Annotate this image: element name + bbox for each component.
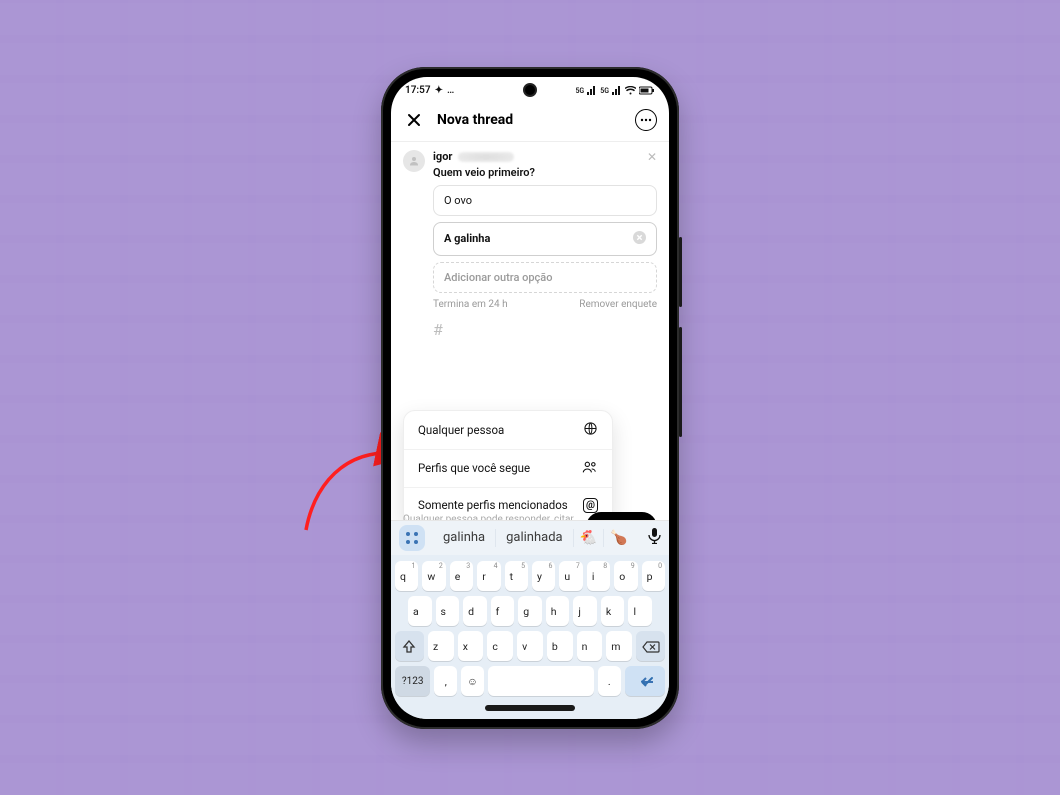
key-r[interactable]: r4 [477, 561, 500, 591]
username-redacted [458, 152, 514, 162]
keyboard-menu-icon[interactable] [399, 525, 425, 551]
poll-option-1[interactable]: O ovo [433, 185, 657, 216]
phone-frame: 17:57 ✦… 5G 5G Nova thread [381, 67, 679, 729]
close-icon[interactable] [403, 109, 425, 131]
key-q[interactable]: q1 [395, 561, 418, 591]
key-m[interactable]: m [606, 631, 632, 661]
key-u[interactable]: u7 [559, 561, 582, 591]
key-x[interactable]: x [458, 631, 484, 661]
space-key[interactable] [488, 666, 594, 696]
soft-keyboard: galinha galinhada 🐔 🍗 q1w2e3r4t5y6u7i8o9… [391, 520, 669, 719]
key-b[interactable]: b [547, 631, 573, 661]
page-title: Nova thread [437, 112, 623, 128]
poll-add-option[interactable]: Adicionar outra opção [433, 262, 657, 293]
reply-option-following-label: Perfis que você segue [418, 461, 530, 475]
gesture-bar [485, 705, 575, 711]
keyboard-suggestion-bar: galinha galinhada 🐔 🍗 [391, 520, 669, 555]
clear-option-icon[interactable] [633, 231, 646, 247]
key-l[interactable]: l [628, 596, 652, 626]
reply-option-anyone-label: Qualquer pessoa [418, 423, 504, 437]
symbols-key[interactable]: ?123 [395, 666, 430, 696]
comma-key[interactable]: , [434, 666, 457, 696]
username: igor [433, 150, 452, 163]
app-bar: Nova thread [391, 103, 669, 142]
emoji-key[interactable]: ☺ [461, 666, 484, 696]
key-a[interactable]: a [408, 596, 432, 626]
reply-permission-menu: Qualquer pessoa Perfis que você segue So… [403, 410, 613, 524]
key-t[interactable]: t5 [505, 561, 528, 591]
status-time: 17:57 [405, 85, 431, 96]
suggestion-emoji-1[interactable]: 🐔 [574, 530, 603, 546]
wifi-icon [625, 86, 636, 95]
key-w[interactable]: w2 [422, 561, 445, 591]
key-p[interactable]: p0 [642, 561, 665, 591]
dismiss-compose-icon[interactable]: ✕ [647, 150, 657, 164]
camera-cutout [523, 83, 537, 97]
suggestion-2[interactable]: galinhada [496, 530, 573, 545]
key-h[interactable]: h [546, 596, 570, 626]
backspace-key[interactable] [636, 631, 665, 661]
poll-option-2[interactable]: A galinha [433, 222, 657, 256]
remove-poll-button[interactable]: Remover enquete [579, 299, 657, 310]
suggestion-emoji-2[interactable]: 🍗 [604, 530, 633, 546]
more-options-icon[interactable] [635, 109, 657, 131]
people-icon [582, 460, 598, 477]
key-s[interactable]: s [436, 596, 460, 626]
poll-option-2-text: A galinha [444, 232, 490, 245]
mic-icon[interactable] [648, 528, 661, 548]
key-j[interactable]: j [573, 596, 597, 626]
key-v[interactable]: v [517, 631, 543, 661]
reply-option-following[interactable]: Perfis que você segue [404, 449, 612, 487]
key-y[interactable]: y6 [532, 561, 555, 591]
shift-key[interactable] [395, 631, 424, 661]
enter-key[interactable] [625, 666, 665, 696]
key-c[interactable]: c [487, 631, 513, 661]
suggestion-1[interactable]: galinha [433, 530, 495, 545]
key-z[interactable]: z [428, 631, 454, 661]
period-key[interactable]: . [598, 666, 621, 696]
key-o[interactable]: o9 [614, 561, 637, 591]
poll-add-option-label: Adicionar outra opção [444, 271, 552, 284]
battery-icon [639, 86, 655, 95]
poll-option-1-text: O ovo [444, 194, 472, 207]
avatar [403, 150, 425, 172]
key-g[interactable]: g [518, 596, 542, 626]
key-e[interactable]: e3 [450, 561, 473, 591]
globe-icon [583, 421, 598, 439]
hashtag-input[interactable]: # [433, 320, 657, 339]
key-i[interactable]: i8 [587, 561, 610, 591]
key-f[interactable]: f [491, 596, 515, 626]
key-k[interactable]: k [601, 596, 625, 626]
key-n[interactable]: n [577, 631, 603, 661]
poll-question[interactable]: Quem veio primeiro? [433, 166, 657, 179]
reply-option-mentioned-label: Somente perfis mencionados [418, 498, 568, 512]
key-d[interactable]: d [463, 596, 487, 626]
at-icon: @ [583, 498, 598, 513]
reply-option-anyone[interactable]: Qualquer pessoa [404, 411, 612, 449]
poll-ends-label: Termina em 24 h [433, 299, 508, 310]
